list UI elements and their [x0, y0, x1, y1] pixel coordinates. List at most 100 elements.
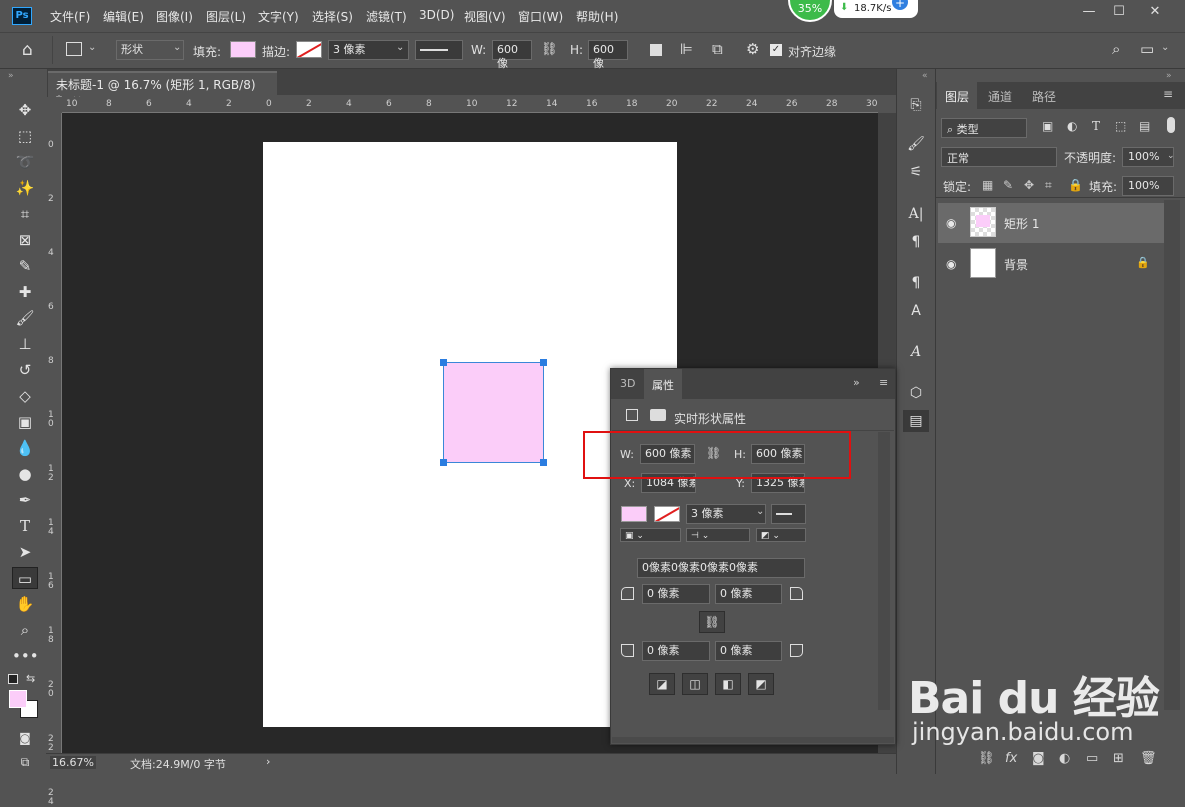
chevron-down-icon[interactable]: ⌄ — [1161, 42, 1169, 53]
menu-select[interactable]: 选择(S) — [312, 8, 353, 25]
transform-handle[interactable] — [440, 459, 447, 466]
trash-icon[interactable]: 🗑 — [1140, 751, 1157, 766]
stamp-tool-icon[interactable]: ⊥ — [12, 333, 38, 355]
tab-paths[interactable]: 路径 — [1024, 82, 1064, 109]
stroke-style-select[interactable] — [771, 504, 806, 524]
history-brush-tool-icon[interactable]: ↺ — [12, 359, 38, 381]
zoom-tool-icon[interactable]: ⌕ — [12, 619, 38, 641]
menu-file[interactable]: 文件(F) — [50, 8, 90, 25]
type-tool-icon[interactable]: T — [12, 515, 38, 537]
link-corners-button[interactable]: ⛓ — [699, 611, 725, 633]
move-tool-icon[interactable]: ✥ — [12, 99, 38, 121]
history-panel-icon[interactable]: ⎘ — [903, 94, 929, 116]
status-menu-arrow[interactable]: › — [266, 755, 270, 768]
adjustment-layer-icon[interactable]: ◐ — [1059, 751, 1070, 766]
smart-object-filter-icon[interactable]: ▤ — [1139, 119, 1150, 133]
layer-name[interactable]: 背景 — [1004, 256, 1028, 273]
transform-handle[interactable] — [540, 359, 547, 366]
path-alignment-icon[interactable]: ⊫ — [680, 40, 693, 58]
lasso-tool-icon[interactable]: ➰ — [12, 151, 38, 173]
path-arrangement-icon[interactable]: ⧉ — [712, 40, 723, 58]
3d-panel-icon[interactable]: ⬡ — [903, 382, 929, 404]
subtract-shape-button[interactable]: ◫ — [682, 673, 708, 695]
menu-filter[interactable]: 滤镜(T) — [366, 8, 407, 25]
properties-scrollbar[interactable] — [878, 432, 890, 710]
menu-edit[interactable]: 编辑(E) — [103, 8, 144, 25]
hand-tool-icon[interactable]: ✋ — [12, 593, 38, 615]
mask-properties-icon[interactable] — [650, 409, 666, 421]
layer-row-background[interactable]: ◉ 背景 🔒 — [938, 244, 1164, 284]
brush-tool-icon[interactable]: 🖌 — [12, 307, 38, 329]
corner-radius-all-field[interactable]: 0像素0像素0像素0像素 — [637, 558, 805, 578]
corner-bottom-right-field[interactable]: 0 像素 — [715, 641, 782, 661]
gradient-tool-icon[interactable]: ▣ — [12, 411, 38, 433]
menu-window[interactable]: 窗口(W) — [518, 8, 563, 25]
shape-filter-icon[interactable]: ⬚ — [1115, 119, 1126, 133]
collapse-panel-icon[interactable]: » — [853, 376, 860, 389]
stroke-style-select[interactable] — [415, 40, 463, 60]
type-filter-icon[interactable]: T — [1092, 119, 1100, 133]
paragraph-panel-icon[interactable]: ¶ — [903, 231, 929, 253]
close-button[interactable]: ✕ — [1140, 2, 1170, 22]
stroke-swatch[interactable] — [654, 506, 680, 522]
menu-3d[interactable]: 3D(D) — [419, 8, 454, 22]
exclude-overlap-button[interactable]: ◩ — [748, 673, 774, 695]
eye-icon[interactable]: ◉ — [946, 216, 956, 230]
search-icon[interactable]: ⌕ — [1112, 40, 1120, 58]
height-field[interactable]: 600 像 — [588, 40, 628, 70]
more-tools-icon[interactable]: ••• — [12, 645, 39, 667]
lock-artboard-icon[interactable]: ⌗ — [1045, 178, 1052, 193]
eyedropper-tool-icon[interactable]: ✎ — [12, 255, 38, 277]
stroke-align-select[interactable]: ▣ ⌄ — [620, 528, 681, 542]
rectangle-tool-icon[interactable]: ▭ — [12, 567, 38, 589]
corner-top-right-field[interactable]: 0 像素 — [715, 584, 782, 604]
menu-layer[interactable]: 图层(L) — [206, 8, 246, 25]
tab-layers[interactable]: 图层 — [937, 82, 978, 109]
workspace-icon[interactable]: ▭ — [1140, 40, 1154, 58]
menu-view[interactable]: 视图(V) — [464, 8, 506, 25]
adjustment-filter-icon[interactable]: ◐ — [1067, 119, 1077, 133]
tab-channels[interactable]: 通道 — [980, 82, 1020, 109]
new-layer-icon[interactable]: ⊞ — [1113, 751, 1124, 766]
gear-icon[interactable]: ⚙ — [746, 40, 759, 58]
stroke-join-select[interactable]: ◩ ⌄ — [756, 528, 806, 542]
fill-swatch[interactable] — [621, 506, 647, 522]
character-panel-icon[interactable]: A| — [903, 203, 929, 225]
corner-top-left-field[interactable]: 0 像素 — [642, 584, 710, 604]
collapse-icon[interactable]: » — [1166, 71, 1172, 81]
tab-3d[interactable]: 3D — [612, 369, 643, 399]
swap-colors-icon[interactable]: ⇆ — [26, 672, 35, 685]
intersect-shapes-button[interactable]: ◧ — [715, 673, 741, 695]
home-icon[interactable]: ⌂ — [22, 40, 33, 60]
collapse-icon[interactable]: » — [8, 71, 14, 81]
minimize-button[interactable]: — — [1074, 2, 1104, 22]
lock-pixels-icon[interactable]: ✎ — [1003, 178, 1013, 192]
panel-menu-icon[interactable]: ≡ — [879, 376, 888, 389]
pen-tool-icon[interactable]: ✒ — [12, 489, 38, 511]
add-mask-icon[interactable]: ◙ — [1032, 751, 1045, 766]
magic-wand-tool-icon[interactable]: ✨ — [12, 177, 38, 199]
lock-transparent-icon[interactable]: ▦ — [982, 178, 993, 192]
layers-scrollbar[interactable] — [1164, 200, 1180, 710]
width-field[interactable]: 600 像 — [492, 40, 532, 70]
crop-tool-icon[interactable]: ⌗ — [12, 203, 38, 225]
character-styles-icon[interactable]: A — [903, 300, 929, 322]
menu-image[interactable]: 图像(I) — [156, 8, 193, 25]
healing-brush-tool-icon[interactable]: ✚ — [12, 281, 38, 303]
corner-bottom-left-field[interactable]: 0 像素 — [642, 641, 710, 661]
blur-tool-icon[interactable]: 💧 — [12, 437, 38, 459]
quick-mask-icon[interactable]: ◙ — [12, 727, 38, 749]
eye-icon[interactable]: ◉ — [946, 257, 956, 271]
paragraph-styles-icon[interactable]: ¶ — [903, 272, 929, 294]
layer-filter-select[interactable]: ⌕ 类型 — [941, 118, 1027, 138]
lock-position-icon[interactable]: ✥ — [1024, 178, 1034, 192]
properties-panel-icon[interactable]: ▤ — [903, 410, 929, 432]
path-operations-icon[interactable] — [650, 44, 662, 56]
menu-type[interactable]: 文字(Y) — [258, 8, 299, 25]
collapse-icon[interactable]: « — [922, 71, 928, 81]
group-icon[interactable]: ▭ — [1086, 751, 1098, 766]
panel-menu-icon[interactable]: ≡ — [1163, 87, 1173, 101]
brush-settings-icon[interactable]: 🖌 — [903, 133, 929, 155]
layer-name[interactable]: 矩形 1 — [1004, 215, 1039, 232]
adjustments-icon[interactable]: ⚟ — [903, 161, 929, 183]
